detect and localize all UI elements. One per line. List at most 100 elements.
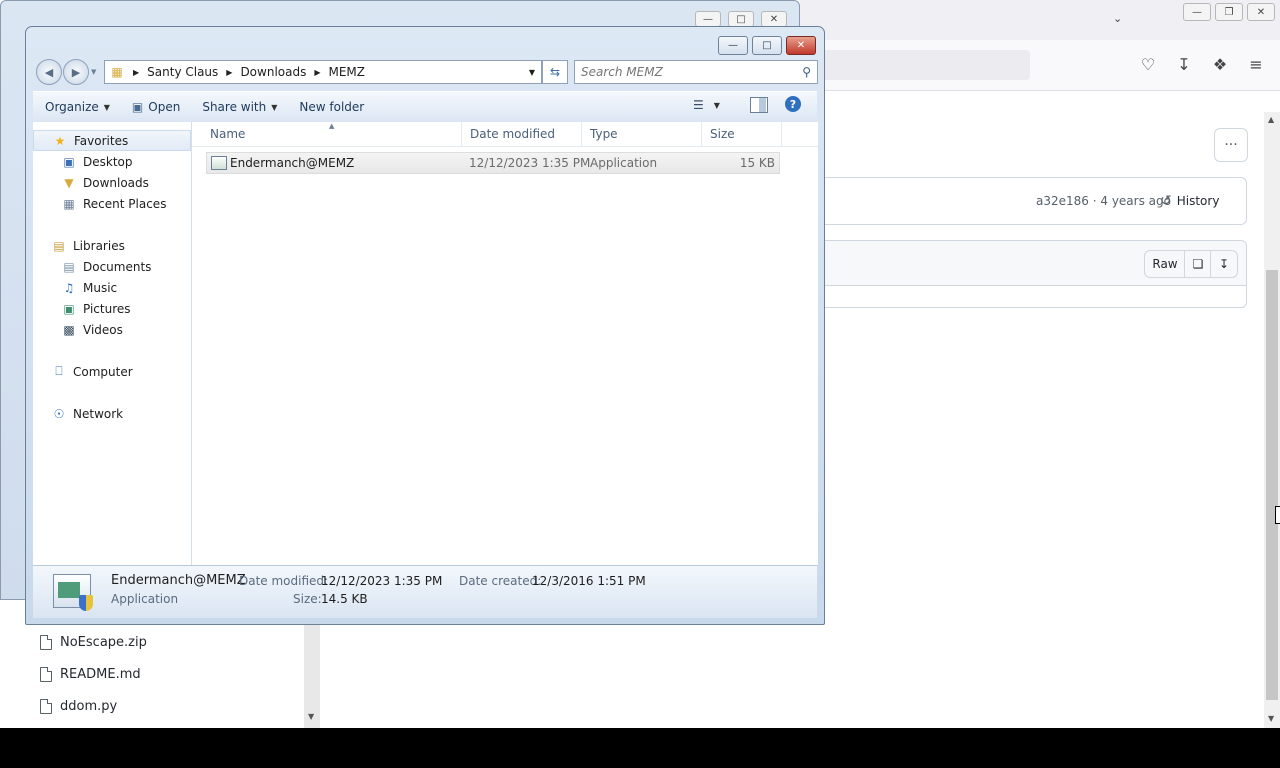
view-dropdown-icon: ▼ [713,100,720,110]
new-folder-label: New folder [299,100,365,114]
nav-desktop-label: Desktop [83,154,133,169]
close-button[interactable]: ✕ [786,36,816,55]
column-type[interactable]: Type [582,122,702,146]
column-date-modified-label: Date modified [470,127,556,141]
search-icon[interactable]: ⚲ [802,65,811,79]
search-box[interactable]: ⚲ [574,60,818,84]
browser-minimize-button[interactable]: — [1183,3,1211,21]
menu-icon[interactable]: ≡ [1242,50,1270,78]
more-options-button[interactable]: ··· [1214,128,1248,162]
browser-close-button[interactable]: ✕ [1247,3,1275,21]
pocket-icon[interactable]: ♡ [1134,50,1162,78]
nav-favorites[interactable]: ★ Favorites [33,130,191,151]
latest-commit-box: a32e186 · 4 years ago ↺ History [824,177,1247,225]
file-list-scrollbar[interactable]: ▼ [304,620,320,728]
address-bar[interactable]: ▦ ▶ Santy Claus ▶ Downloads ▶ MEMZ ▼ [104,60,542,84]
new-folder-button[interactable]: New folder [285,100,372,114]
nav-favorites-label: Favorites [74,133,129,148]
details-file-name: Endermanch@MEMZ [111,573,246,588]
search-input[interactable] [575,64,793,80]
maximize-button[interactable]: □ [752,36,782,55]
scroll-down-arrow-icon[interactable]: ▼ [308,712,314,721]
details-file-type: Application [111,592,179,606]
details-size: 14.5 KB [321,592,368,606]
bg-close-button[interactable]: ✕ [761,11,787,27]
music-icon: ♫ [63,280,75,295]
details-date-created: 12/3/2016 1:51 PM [532,574,646,588]
file-name[interactable]: README.md [60,667,141,682]
videos-icon: ▩ [63,322,75,337]
repo-file-list: NoEscape.zip README.md ddom.py [0,620,304,728]
organize-button[interactable]: Organize ▼ [33,100,118,114]
taskbar [0,728,1280,768]
file-item[interactable]: README.md [40,662,141,686]
breadcrumb-item[interactable]: Santy Claus [141,65,224,79]
tab-list-chevron-icon[interactable]: ⌄ [1113,12,1122,25]
file-row[interactable]: Endermanch@MEMZ 12/12/2023 1:35 PM Appli… [206,152,780,174]
breadcrumb-item[interactable]: MEMZ [323,65,372,79]
breadcrumb-separator-icon[interactable]: ▶ [224,68,234,77]
recent-pages-chevron-icon[interactable]: ▼ [91,68,96,76]
column-date-modified[interactable]: Date modified [462,122,582,146]
share-with-button[interactable]: Share with ▼ [188,100,285,114]
raw-button[interactable]: Raw [1144,250,1186,278]
forward-button[interactable]: ▶ [63,59,89,85]
history-label: History [1176,194,1220,208]
column-type-label: Type [590,127,618,141]
view-options-button[interactable]: ☰ ▼ [693,98,720,112]
file-name[interactable]: Endermanch@MEMZ [230,153,354,173]
breadcrumb-separator-icon[interactable]: ▶ [131,68,141,77]
refresh-button[interactable]: ⇆ [542,60,568,84]
nav-libraries[interactable]: ▤ Libraries [33,235,209,256]
command-bar: Organize ▼ ▣ Open Share with ▼ New folder ☰… [33,91,817,123]
scroll-down-arrow-icon[interactable]: ▼ [1268,714,1274,723]
nav-computer-label: Computer [73,364,133,379]
history-icon: ↺ [1160,193,1172,209]
commit-sha[interactable]: a32e186 [1036,194,1089,208]
open-button[interactable]: ▣ Open [118,100,188,114]
downloads-folder-icon: ▼ [64,175,74,190]
application-large-icon [53,574,93,611]
history-button[interactable]: ↺ History [1160,188,1219,214]
file-item[interactable]: NoEscape.zip [40,630,147,654]
download-icon: ↧ [1218,257,1230,271]
libraries-icon: ▤ [53,238,65,253]
address-dropdown-icon[interactable]: ▼ [529,68,535,77]
page-scrollbar-thumb[interactable] [1266,270,1278,700]
refresh-icon: ⇆ [549,65,561,79]
minimize-button[interactable]: — [718,36,748,55]
share-with-dropdown-icon: ▼ [271,102,278,112]
details-size-label: Size: [293,592,322,606]
file-name[interactable]: ddom.py [60,699,117,714]
copy-raw-button[interactable]: ❏ [1184,250,1212,278]
raw-label: Raw [1152,257,1178,271]
breadcrumb-separator-icon[interactable]: ▶ [312,68,322,77]
commit-info[interactable]: a32e186 · 4 years ago [1036,194,1171,208]
back-button[interactable]: ◀ [36,59,62,85]
bg-minimize-button[interactable]: — [695,11,721,27]
nav-network-label: Network [73,406,124,421]
bg-maximize-button[interactable]: □ [728,11,754,27]
extensions-icon[interactable]: ❖ [1206,50,1234,78]
preview-pane-button[interactable] [750,97,768,113]
column-name[interactable]: Name [202,122,462,146]
download-raw-button[interactable]: ↧ [1210,250,1238,278]
nav-network[interactable]: ☉ Network [33,403,209,424]
file-viewer: Raw ❏ ↧ [824,240,1247,308]
file-item[interactable]: ddom.py [40,694,117,718]
downloads-icon[interactable]: ↧ [1170,50,1198,78]
copy-icon: ❏ [1192,257,1204,271]
file-name[interactable]: NoEscape.zip [60,635,147,650]
help-icon[interactable]: ? [785,96,801,112]
file-icon [40,698,52,714]
recent-places-icon: ▦ [63,196,75,211]
breadcrumb-item[interactable]: Downloads [234,65,312,79]
url-bar[interactable] [824,50,1030,80]
column-size[interactable]: Size [702,122,782,146]
browser-restore-button[interactable]: ❐ [1215,3,1243,21]
scroll-up-arrow-icon[interactable]: ▲ [1268,115,1274,124]
share-with-label: Share with [202,100,267,114]
nav-computer[interactable]: ⎕ Computer [33,361,209,382]
browser-titlebar: ⌄ — ❐ ✕ [800,0,1280,40]
nav-recent-places-label: Recent Places [83,196,167,211]
